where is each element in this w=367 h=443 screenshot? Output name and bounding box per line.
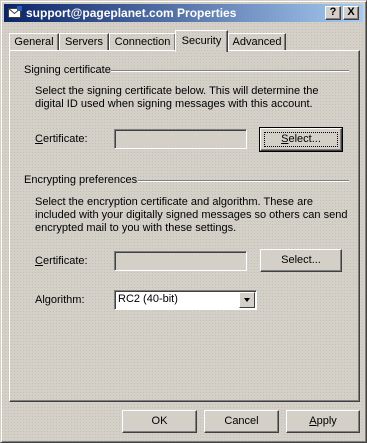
- signing-certificate-field[interactable]: [114, 129, 247, 149]
- help-button[interactable]: ?: [325, 6, 341, 20]
- algorithm-label: Algorithm:: [35, 294, 85, 306]
- encrypting-description: Select the encryption certificate and al…: [35, 196, 348, 234]
- signing-group-title: Signing certificate: [24, 64, 111, 76]
- ok-button[interactable]: OK: [122, 410, 197, 433]
- encrypting-certificate-field[interactable]: [114, 251, 247, 271]
- cancel-button[interactable]: Cancel: [204, 410, 279, 433]
- title-bar[interactable]: support@pageplanet.com Properties ? X: [4, 4, 363, 22]
- signing-select-button[interactable]: Select...: [259, 127, 343, 152]
- apply-button[interactable]: Apply: [286, 410, 360, 433]
- encrypting-select-button[interactable]: Select...: [260, 249, 342, 272]
- tab-security[interactable]: Security: [175, 30, 228, 52]
- algorithm-select[interactable]: RC2 (40-bit): [114, 290, 257, 310]
- tab-advanced[interactable]: Advanced: [228, 33, 286, 51]
- mail-account-icon: [8, 6, 22, 18]
- close-button[interactable]: X: [343, 6, 359, 20]
- tab-servers[interactable]: Servers: [59, 33, 109, 51]
- algorithm-selected-value: RC2 (40-bit): [118, 293, 178, 305]
- tab-general[interactable]: General: [9, 33, 59, 51]
- security-tab-panel: Signing certificate Select the signing c…: [9, 50, 360, 402]
- window-title: support@pageplanet.com Properties: [26, 6, 237, 20]
- focus-rectangle: [264, 132, 338, 147]
- chevron-down-icon[interactable]: [239, 292, 255, 308]
- encrypting-certificate-label: Certificate:: [35, 255, 88, 267]
- encrypting-group-title: Encrypting preferences: [24, 174, 138, 186]
- properties-dialog: support@pageplanet.com Properties ? X Ge…: [0, 0, 367, 443]
- encrypting-group-divider: [138, 180, 349, 182]
- signing-description: Select the signing certificate below. Th…: [35, 85, 319, 110]
- tab-connection[interactable]: Connection: [109, 33, 176, 51]
- signing-group-divider: [111, 70, 349, 72]
- signing-certificate-label: Certificate:: [35, 133, 88, 145]
